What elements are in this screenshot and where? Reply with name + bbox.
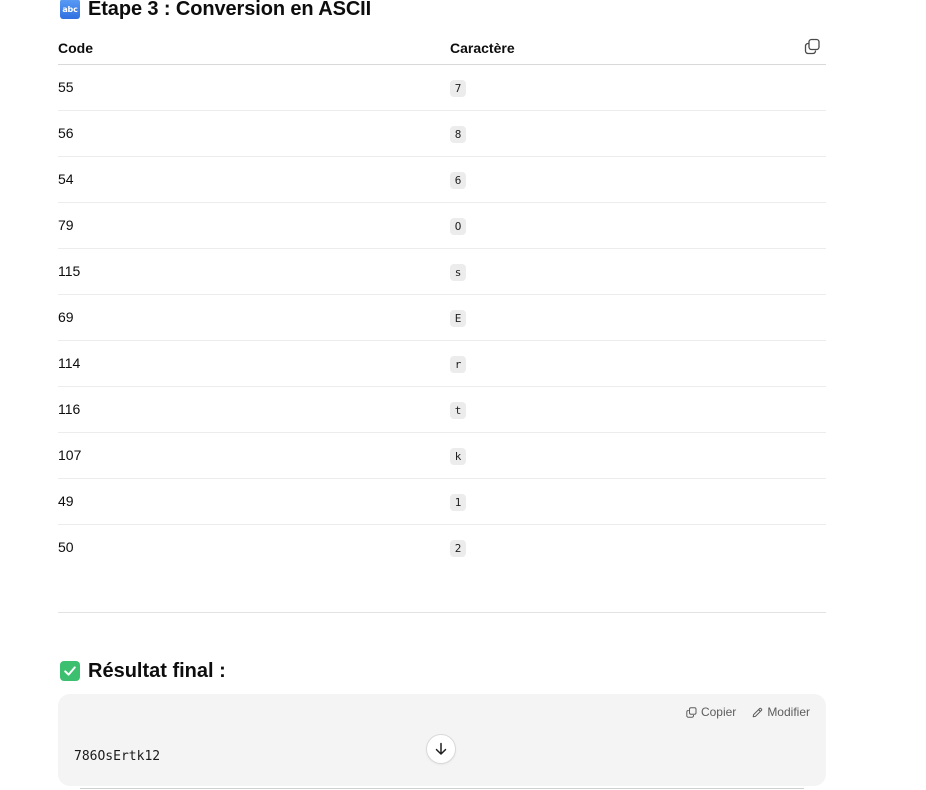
arrow-down-icon — [435, 742, 447, 755]
cell-character: 8 — [450, 126, 466, 143]
copy-code-button[interactable]: Copier — [686, 705, 736, 719]
cell-code: 49 — [58, 493, 74, 509]
cell-character: O — [450, 218, 466, 235]
table-row: 69 E — [58, 295, 826, 341]
copy-icon — [686, 706, 697, 718]
cell-character: 7 — [450, 80, 466, 97]
table-body: 55 7 56 8 54 6 79 O 115 s 69 E 114 r 116… — [58, 65, 826, 570]
copy-icon — [804, 38, 820, 54]
column-header-code: Code — [58, 40, 93, 56]
edit-code-button[interactable]: Modifier — [752, 705, 810, 719]
cell-code: 107 — [58, 447, 82, 463]
table-row: 107 k — [58, 433, 826, 479]
cell-character: t — [450, 402, 466, 419]
table-header: Code Caractère — [58, 30, 826, 65]
pencil-icon — [753, 707, 763, 717]
section-heading-step3: abc Etape 3 : Conversion en ASCII — [60, 0, 371, 24]
cell-character: 6 — [450, 172, 466, 189]
scroll-to-bottom-button[interactable] — [426, 734, 456, 764]
table-row: 49 1 — [58, 479, 826, 525]
cell-code: 79 — [58, 217, 74, 233]
edit-code-label: Modifier — [767, 705, 810, 719]
section-heading-step3-text: Etape 3 : Conversion en ASCII — [88, 0, 372, 20]
code-block-actions: Copier Modifier — [686, 705, 810, 719]
copy-table-button[interactable] — [802, 36, 822, 56]
cell-character: E — [450, 310, 466, 327]
cell-code: 50 — [58, 539, 74, 555]
table-row: 55 7 — [58, 65, 826, 111]
table-row: 56 8 — [58, 111, 826, 157]
table-row: 116 t — [58, 387, 826, 433]
copy-code-label: Copier — [700, 705, 737, 719]
code-content: 786OsErtk12 — [74, 749, 161, 764]
section-divider — [58, 612, 826, 613]
cell-code: 69 — [58, 309, 74, 325]
cell-character: k — [450, 448, 466, 465]
section-heading-final: Résultat final : — [60, 656, 226, 686]
table-row: 50 2 — [58, 525, 826, 570]
cell-character: s — [450, 264, 466, 281]
cell-character: r — [450, 356, 466, 373]
abc-emoji-icon: abc — [60, 0, 80, 19]
chat-response-view: abc Etape 3 : Conversion en ASCII Code C… — [0, 0, 926, 790]
cell-code: 54 — [58, 171, 74, 187]
ascii-table: Code Caractère 55 7 56 8 54 6 79 O 115 s… — [58, 30, 826, 570]
cell-code: 114 — [58, 355, 81, 371]
composer-top-edge — [80, 788, 804, 789]
cell-character: 1 — [450, 494, 466, 511]
cell-code: 115 — [58, 263, 81, 279]
cell-code: 116 — [58, 401, 81, 417]
table-row: 54 6 — [58, 157, 826, 203]
table-row: 79 O — [58, 203, 826, 249]
section-heading-final-text: Résultat final : — [88, 659, 226, 682]
column-header-character: Caractère — [450, 40, 515, 56]
cell-character: 2 — [450, 540, 466, 557]
check-mark-button-icon — [60, 661, 80, 681]
table-row: 114 r — [58, 341, 826, 387]
cell-code: 55 — [58, 79, 74, 95]
table-row: 115 s — [58, 249, 826, 295]
cell-code: 56 — [58, 125, 74, 141]
